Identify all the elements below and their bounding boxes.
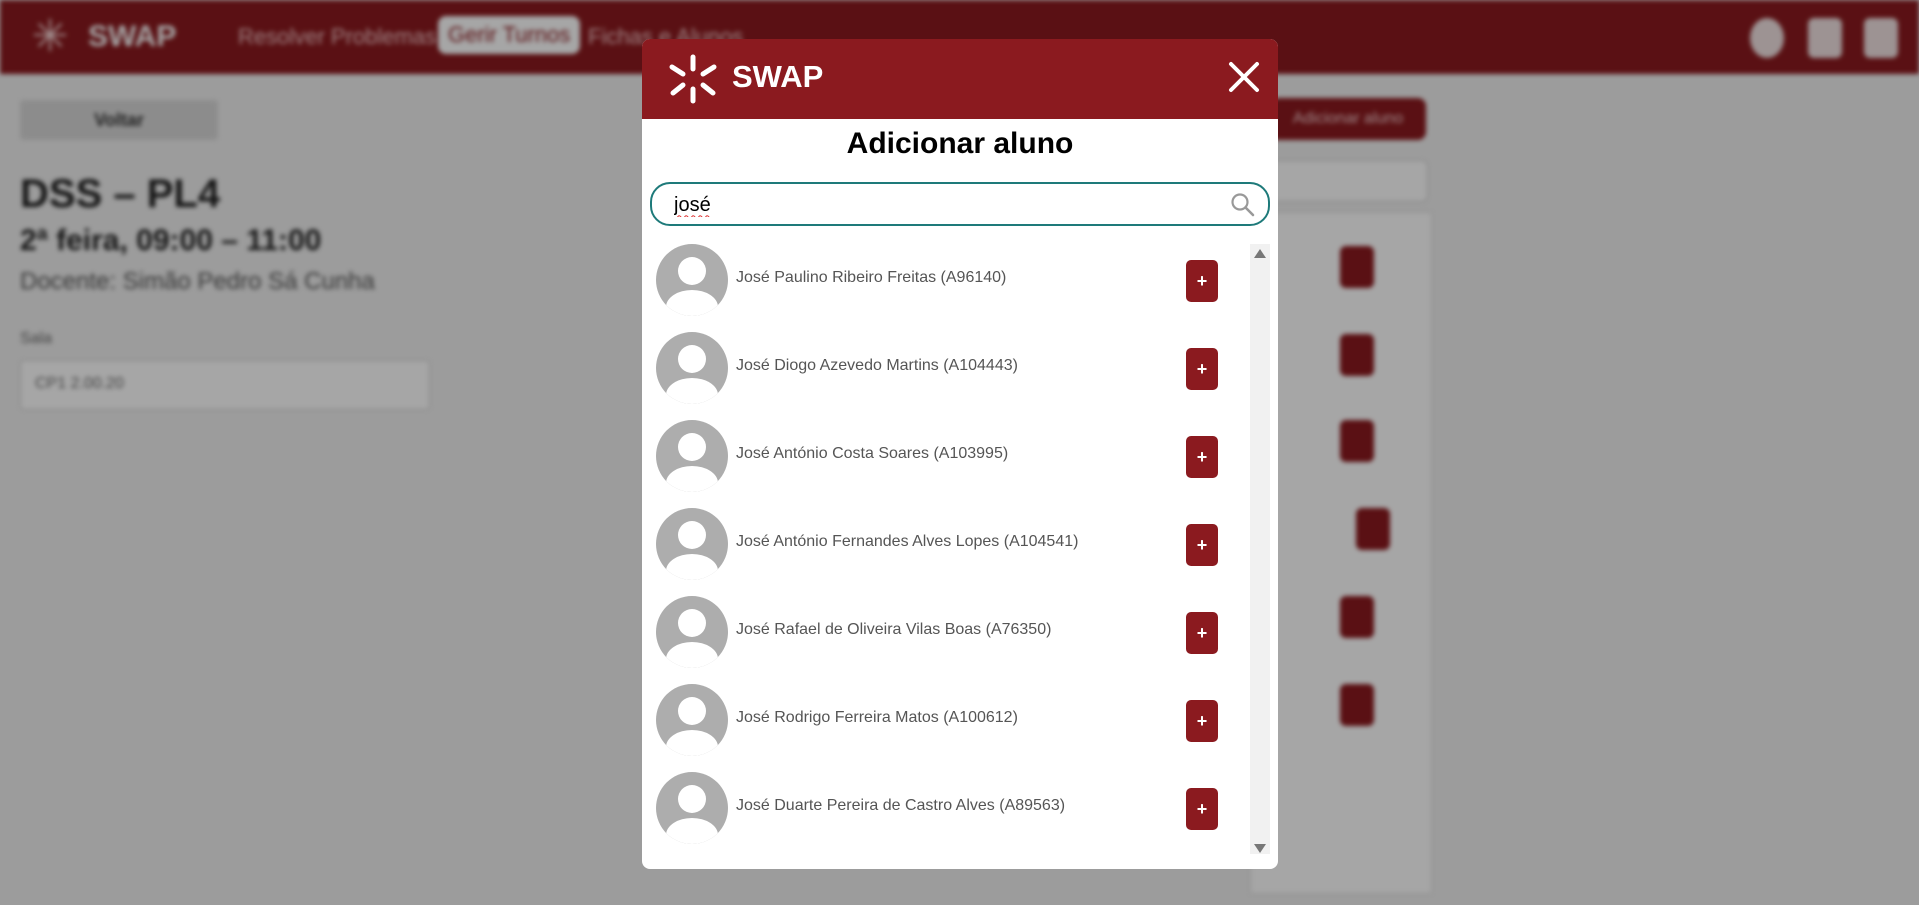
student-name: José Rodrigo Ferreira Matos (A100612) xyxy=(736,709,1018,726)
list-item: José Paulino Ribeiro Freitas (A96140) + xyxy=(656,244,1236,318)
list-item: José Duarte Pereira de Castro Alves (A89… xyxy=(656,772,1236,846)
add-student-button[interactable]: + xyxy=(1186,700,1218,742)
list-item: José Diogo Azevedo Martins (A104443) + xyxy=(656,332,1236,406)
student-name: José Rafael de Oliveira Vilas Boas (A763… xyxy=(736,621,1052,638)
add-student-button[interactable]: + xyxy=(1186,260,1218,302)
modal-title: Adicionar aluno xyxy=(846,127,1074,160)
scroll-down-arrow-icon[interactable] xyxy=(1254,844,1266,853)
student-results-list: José Paulino Ribeiro Freitas (A96140) + … xyxy=(642,244,1252,864)
user-avatar-icon xyxy=(656,508,728,580)
add-student-modal: SWAP Adicionar aluno José Paulino Ribeir… xyxy=(642,39,1278,869)
search-icon[interactable] xyxy=(1230,192,1256,218)
add-student-button[interactable]: + xyxy=(1186,612,1218,654)
search-input[interactable] xyxy=(672,190,1216,220)
user-avatar-icon xyxy=(656,684,728,756)
student-name: José António Fernandes Alves Lopes (A104… xyxy=(736,533,1079,550)
list-item: José António Costa Soares (A103995) + xyxy=(656,420,1236,494)
modal-brand: SWAP xyxy=(732,59,824,94)
scroll-up-arrow-icon[interactable] xyxy=(1254,249,1266,258)
student-name: José Duarte Pereira de Castro Alves (A89… xyxy=(736,797,1066,814)
user-avatar-icon xyxy=(656,420,728,492)
add-student-button[interactable]: + xyxy=(1186,436,1218,478)
student-name: José Diogo Azevedo Martins (A104443) xyxy=(736,357,1018,374)
list-scrollbar[interactable] xyxy=(1250,244,1270,854)
user-avatar-icon xyxy=(656,772,728,844)
search-box[interactable] xyxy=(650,182,1270,226)
list-item: José António Fernandes Alves Lopes (A104… xyxy=(656,508,1236,582)
user-avatar-icon xyxy=(656,332,728,404)
add-student-button[interactable]: + xyxy=(1186,348,1218,390)
student-name: José António Costa Soares (A103995) xyxy=(736,445,1009,462)
student-name: José Paulino Ribeiro Freitas (A96140) xyxy=(736,269,1007,286)
user-avatar-icon xyxy=(656,244,728,316)
add-student-button[interactable]: + xyxy=(1186,524,1218,566)
list-item: José Rodrigo Ferreira Matos (A100612) + xyxy=(656,684,1236,758)
add-student-button[interactable]: + xyxy=(1186,788,1218,830)
list-item: José Rafael de Oliveira Vilas Boas (A763… xyxy=(656,596,1236,670)
modal-header: SWAP xyxy=(642,39,1278,119)
close-icon[interactable] xyxy=(1226,59,1262,95)
user-avatar-icon xyxy=(656,596,728,668)
swap-logo-icon xyxy=(669,54,717,104)
